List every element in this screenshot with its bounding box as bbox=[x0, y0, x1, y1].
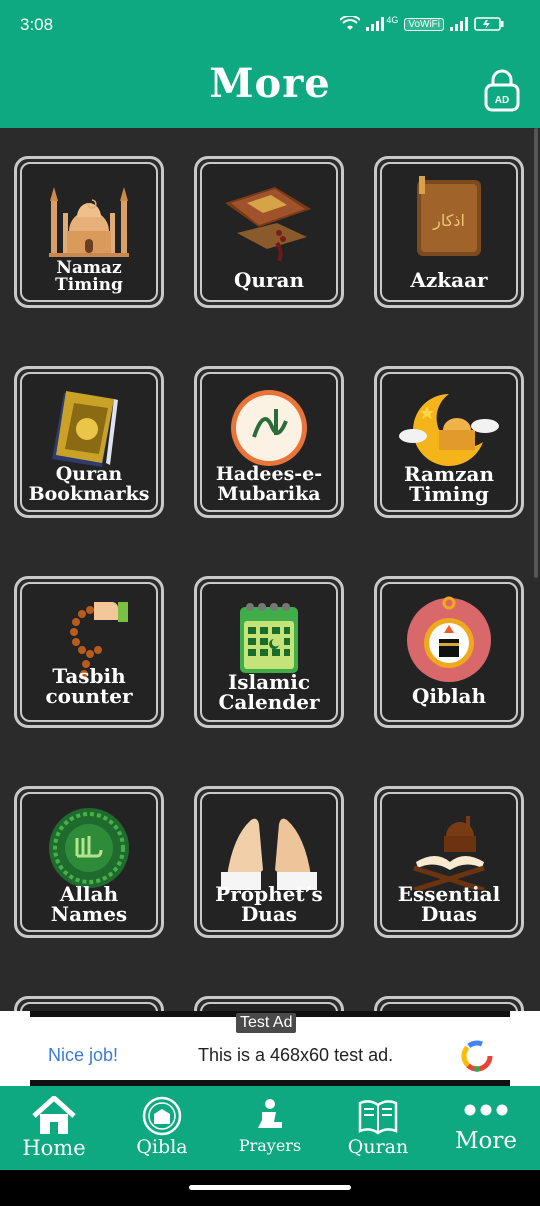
tile-namaz-timing[interactable]: Namaz Timing bbox=[14, 156, 164, 308]
signal-icon-2 bbox=[450, 17, 468, 31]
azkaar-book-icon: اذكار bbox=[417, 176, 481, 256]
tile-prophets-duas[interactable]: Prophet’s Duas bbox=[194, 786, 344, 938]
tile-label: Quran bbox=[234, 268, 304, 292]
tile-hadees-e-mubarika[interactable]: Hadees-e- Mubarika bbox=[194, 366, 344, 518]
tile-essential-duas[interactable]: Essential Duas bbox=[374, 786, 524, 938]
wifi-icon bbox=[340, 16, 361, 30]
compass-kaaba-icon bbox=[407, 596, 491, 682]
crescent-mosque-icon bbox=[399, 394, 499, 466]
praying-hands-icon bbox=[221, 818, 317, 890]
ad-logo-icon bbox=[461, 1040, 493, 1072]
feature-grid: Namaz Timing Quran اذكار Azkaar Quran Bo… bbox=[0, 128, 540, 1011]
kaaba-icon bbox=[142, 1096, 182, 1136]
battery-icon bbox=[474, 17, 504, 31]
tile-label: Qiblah bbox=[411, 684, 487, 708]
tile-allah-names[interactable]: Allah Names bbox=[14, 786, 164, 938]
vowifi-badge: VoWiFi bbox=[404, 17, 444, 31]
tile-partial-1[interactable] bbox=[14, 996, 164, 1011]
allah-calligraphy-icon bbox=[49, 808, 129, 888]
ad-headline[interactable]: Nice job! bbox=[48, 1045, 118, 1066]
status-time: 3:08 bbox=[20, 15, 54, 34]
open-book-icon bbox=[358, 1100, 398, 1135]
status-bar: 3:08 4G VoWiFi bbox=[0, 0, 540, 52]
quran-book-icon bbox=[52, 391, 118, 467]
svg-text:اذكار: اذكار bbox=[432, 211, 465, 231]
mosque-icon bbox=[49, 187, 129, 257]
quran-icon bbox=[225, 187, 311, 262]
nav-label: More bbox=[454, 1128, 517, 1154]
tile-quran[interactable]: Quran bbox=[194, 156, 344, 308]
prayer-person-icon bbox=[258, 1099, 282, 1128]
tile-label: Ramzan Timing bbox=[403, 462, 495, 506]
tile-label: Allah Names bbox=[50, 882, 128, 926]
tile-label: Namaz Timing bbox=[55, 258, 123, 295]
status-icons: 4G VoWiFi bbox=[340, 15, 504, 32]
tile-label: Tasbih counter bbox=[45, 664, 133, 708]
nav-prayers[interactable]: Prayers bbox=[216, 1086, 324, 1170]
tile-label: Hadees-e- Mubarika bbox=[215, 463, 323, 505]
gesture-area bbox=[0, 1170, 540, 1206]
nav-qibla[interactable]: Qibla bbox=[108, 1086, 216, 1170]
tile-partial-2[interactable] bbox=[194, 996, 344, 1011]
ad-tag: Test Ad bbox=[236, 1013, 297, 1033]
tile-islamic-calender[interactable]: Islamic Calender bbox=[194, 576, 344, 728]
nav-label: Quran bbox=[347, 1136, 409, 1158]
bottom-navigation: Home Qibla Prayers Quran More bbox=[0, 1086, 540, 1170]
remove-ads-lock-icon[interactable]: AD bbox=[484, 68, 520, 112]
ad-banner[interactable]: Nice job! This is a 468x60 test ad. Test… bbox=[0, 1011, 540, 1086]
nav-label: Prayers bbox=[238, 1136, 302, 1155]
nav-home[interactable]: Home bbox=[0, 1086, 108, 1170]
tile-tasbih-counter[interactable]: Tasbih counter bbox=[14, 576, 164, 728]
nav-label: Home bbox=[22, 1136, 86, 1160]
quran-stand-icon bbox=[413, 816, 485, 890]
tile-ramzan-timing[interactable]: Ramzan Timing bbox=[374, 366, 524, 518]
app-header: 3:08 4G VoWiFi More AD bbox=[0, 0, 540, 128]
calendar-icon bbox=[240, 603, 298, 673]
tile-azkaar[interactable]: اذكار Azkaar bbox=[374, 156, 524, 308]
tile-label: Quran Bookmarks bbox=[28, 463, 150, 505]
calligraphy-icon bbox=[231, 390, 307, 466]
tile-qiblah[interactable]: Qiblah bbox=[374, 576, 524, 728]
nav-label: Qibla bbox=[136, 1136, 188, 1158]
scrollbar[interactable] bbox=[534, 128, 538, 578]
nav-quran[interactable]: Quran bbox=[324, 1086, 432, 1170]
home-gesture-bar[interactable] bbox=[189, 1185, 351, 1190]
tile-label: Islamic Calender bbox=[218, 670, 320, 714]
tile-label: Azkaar bbox=[410, 268, 488, 292]
more-dots-icon bbox=[464, 1104, 508, 1116]
home-icon bbox=[32, 1096, 76, 1134]
page-title: More bbox=[209, 60, 331, 107]
signal-icon bbox=[366, 17, 385, 31]
nav-more[interactable]: More bbox=[432, 1086, 540, 1170]
lock-ad-text: AD bbox=[495, 95, 509, 106]
tile-label: Prophet’s Duas bbox=[215, 882, 323, 926]
tile-label: Essential Duas bbox=[397, 882, 501, 926]
tile-partial-3[interactable] bbox=[374, 996, 524, 1011]
network-label: 4G bbox=[386, 15, 399, 25]
tile-quran-bookmarks[interactable]: Quran Bookmarks bbox=[14, 366, 164, 518]
ad-body[interactable]: This is a 468x60 test ad. bbox=[198, 1045, 393, 1066]
